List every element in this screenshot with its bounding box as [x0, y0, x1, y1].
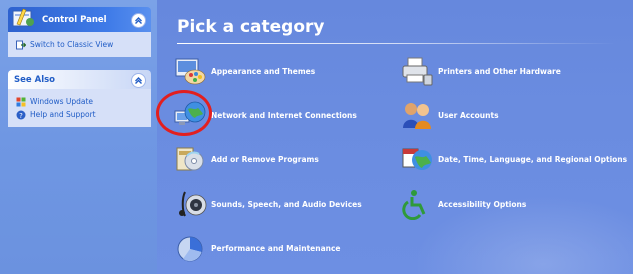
category-network-internet[interactable]: Network and Internet Connections [173, 99, 357, 131]
svg-text:?: ? [19, 112, 23, 120]
date-time-globe-icon [402, 148, 432, 170]
category-label: User Accounts [438, 110, 499, 120]
see-also-box: See Also Windows Update ? Help and Suppo… [8, 70, 151, 127]
windows-update-label: Windows Update [30, 97, 94, 106]
category-label: Appearance and Themes [211, 66, 316, 76]
category-accessibility[interactable]: Accessibility Options [400, 188, 526, 220]
switch-view-icon [16, 40, 26, 49]
collapse-button[interactable] [131, 13, 146, 28]
appearance-themes-icon [175, 58, 206, 85]
control-panel-title: Control Panel [42, 14, 107, 25]
control-panel-tasks: Switch to Classic View [8, 32, 151, 57]
collapse-button[interactable] [131, 73, 146, 88]
add-remove-programs-icon [176, 147, 204, 171]
category-sounds-speech-audio[interactable]: Sounds, Speech, and Audio Devices [173, 188, 362, 220]
category-label: Sounds, Speech, and Audio Devices [211, 199, 362, 209]
switch-view-label: Switch to Classic View [30, 40, 114, 49]
chevron-up-icon [135, 17, 142, 24]
category-label: Add or Remove Programs [211, 154, 319, 164]
category-appearance-themes[interactable]: Appearance and Themes [173, 55, 315, 87]
category-area: Pick a category Appearance and Themes Ne… [157, 0, 633, 274]
title-divider [177, 43, 617, 44]
category-label: Printers and Other Hardware [438, 66, 561, 76]
category-label: Accessibility Options [438, 199, 527, 209]
control-panel-window: Control Panel Switch to Classic View See… [0, 0, 633, 274]
category-label: Network and Internet Connections [211, 110, 357, 120]
category-label: Date, Time, Language, and Regional Optio… [438, 154, 628, 164]
see-also-title: See Also [14, 74, 56, 85]
category-user-accounts[interactable]: User Accounts [400, 99, 499, 131]
see-also-header[interactable]: See Also [8, 70, 151, 89]
chevron-up-icon [135, 77, 142, 84]
help-icon: ? [16, 110, 26, 120]
accessibility-icon [402, 190, 426, 220]
sounds-speaker-icon [179, 191, 207, 217]
category-label: Performance and Maintenance [211, 243, 341, 253]
printer-icon [402, 57, 433, 86]
windows-update-icon [16, 97, 26, 106]
switch-view-link[interactable]: Switch to Classic View [16, 38, 143, 51]
page-title: Pick a category [177, 17, 325, 37]
control-panel-header[interactable]: Control Panel [8, 7, 151, 32]
category-add-remove-programs[interactable]: Add or Remove Programs [173, 143, 319, 175]
help-support-label: Help and Support [30, 110, 96, 119]
see-also-tasks: Windows Update ? Help and Support [8, 89, 151, 127]
network-globe-icon [174, 101, 206, 125]
control-panel-icon [12, 8, 34, 27]
performance-chart-icon [177, 236, 203, 262]
control-panel-box: Control Panel Switch to Classic View [8, 7, 151, 57]
user-accounts-icon [403, 103, 431, 129]
category-performance-maintenance[interactable]: Performance and Maintenance [173, 232, 341, 264]
windows-update-link[interactable]: Windows Update [16, 95, 143, 108]
category-date-time-language[interactable]: Date, Time, Language, and Regional Optio… [400, 143, 627, 175]
task-pane: Control Panel Switch to Classic View See… [0, 0, 157, 274]
category-printers-hardware[interactable]: Printers and Other Hardware [400, 55, 561, 87]
help-support-link[interactable]: ? Help and Support [16, 108, 143, 121]
